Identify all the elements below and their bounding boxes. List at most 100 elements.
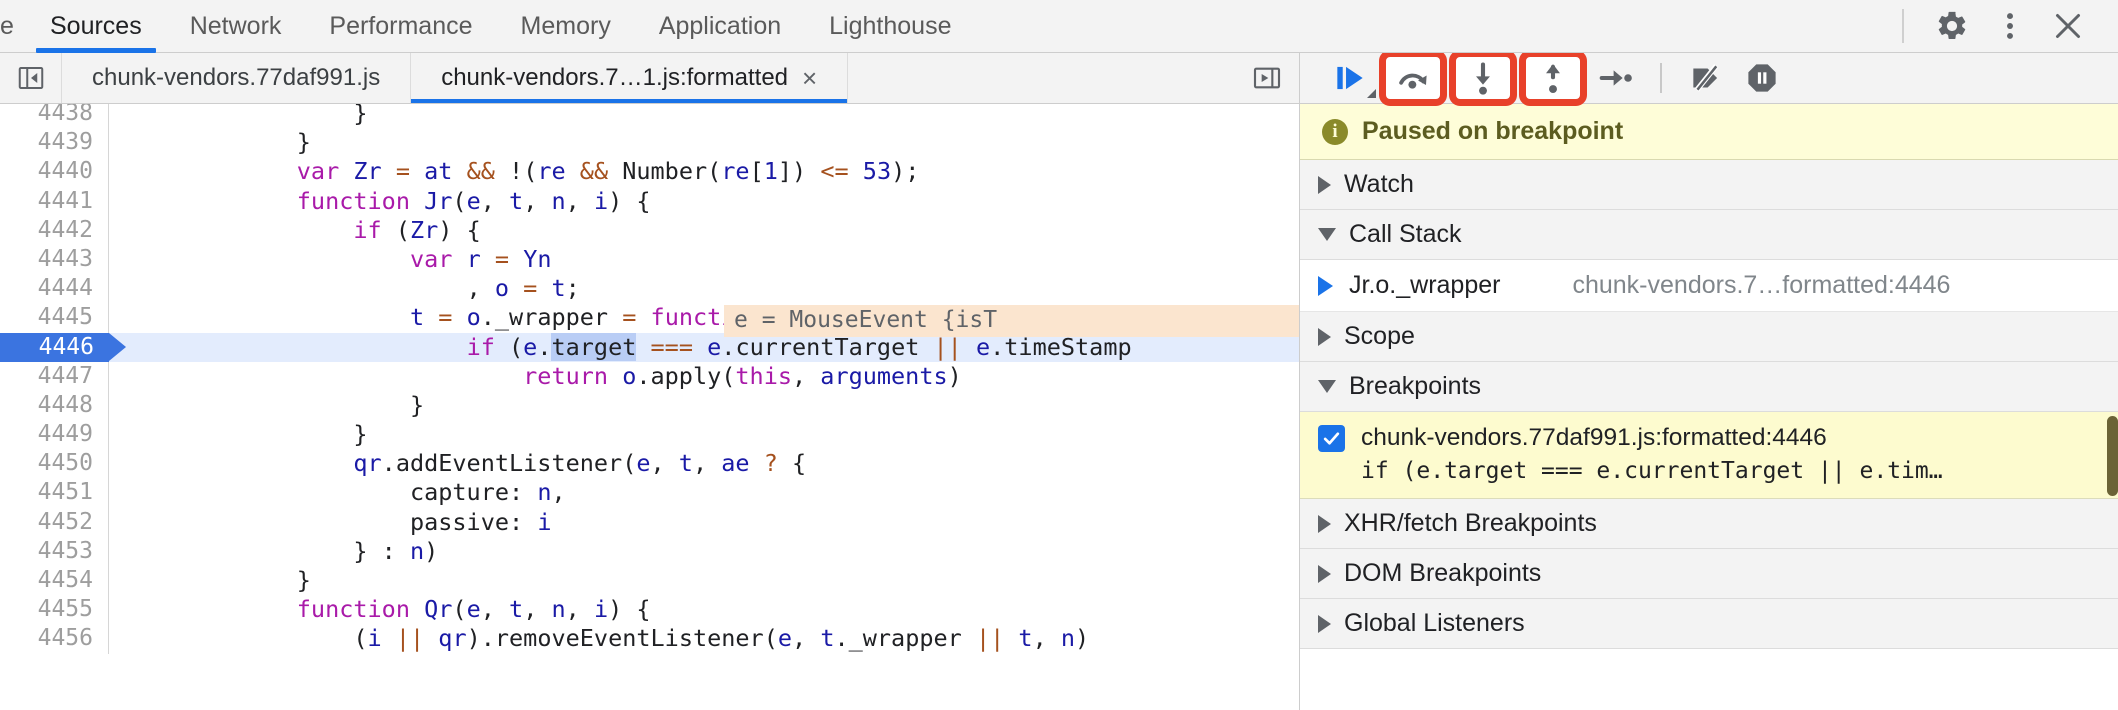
chevron-right-icon[interactable]	[1318, 564, 1331, 583]
chevron-down-icon[interactable]	[1318, 228, 1336, 241]
line-number[interactable]: 4455	[0, 595, 109, 625]
pause-on-exceptions-button[interactable]	[1734, 56, 1790, 100]
deactivate-breakpoints-button[interactable]	[1678, 56, 1734, 100]
panel-tab-sources[interactable]: Sources	[26, 0, 166, 53]
code-line-executing[interactable]: 4446 if (e.target === e.currentTarget ||…	[0, 332, 1299, 362]
code-line[interactable]: 4442 if (Zr) {	[0, 215, 1299, 245]
code-line[interactable]: 4441 function Jr(e, t, n, i) {	[0, 186, 1299, 216]
code-token: =	[438, 303, 453, 332]
panel-tab-label: Memory	[520, 11, 611, 40]
resume-dropdown-icon[interactable]	[1367, 89, 1376, 98]
code-token: return	[523, 361, 623, 390]
resume-button[interactable]	[1322, 56, 1378, 100]
chevron-down-icon[interactable]	[1318, 380, 1336, 393]
chevron-right-icon[interactable]	[1318, 614, 1331, 633]
paused-banner-text: Paused on breakpoint	[1362, 117, 1624, 145]
file-tab[interactable]: chunk-vendors.77daf991.js	[62, 53, 412, 103]
code-token: ,	[650, 449, 679, 478]
code-line[interactable]: 4440 var Zr = at && !(re && Number(re[1]…	[0, 157, 1299, 187]
code-line[interactable]: 4447 return o.apply(this, arguments)	[0, 361, 1299, 391]
code-token: {	[777, 449, 807, 478]
panel-tab-application[interactable]: Application	[635, 0, 805, 52]
code-line[interactable]: 4453 } : n)	[0, 536, 1299, 566]
show-navigator-icon[interactable]	[0, 53, 62, 103]
code-line[interactable]: 4449 }	[0, 420, 1299, 450]
section-dom-breakpoints[interactable]: DOM Breakpoints	[1300, 549, 2118, 599]
line-number[interactable]: 4438	[0, 104, 109, 129]
code-token: &&	[579, 157, 609, 186]
step-into-button[interactable]	[1449, 53, 1517, 106]
code-line[interactable]: 4448 }	[0, 390, 1299, 421]
line-number[interactable]: 4452	[0, 507, 109, 537]
code-line[interactable]: 4439 }	[0, 128, 1299, 158]
section-scope[interactable]: Scope	[1300, 312, 2118, 362]
code-token: ;	[565, 274, 580, 303]
line-number[interactable]: 4445	[0, 303, 109, 333]
line-number[interactable]: 4444	[0, 274, 109, 304]
code-line[interactable]: 4443 var r = Yn	[0, 244, 1299, 275]
code-token: i	[367, 624, 382, 653]
step-button[interactable]	[1588, 56, 1644, 100]
close-tab-icon[interactable]: ×	[802, 65, 817, 91]
panel-tab-network[interactable]: Network	[166, 0, 306, 52]
code-line-text: }	[109, 566, 311, 595]
panel-tab-memory[interactable]: Memory	[497, 0, 635, 52]
section-watch[interactable]: Watch	[1300, 160, 2118, 210]
code-line-text: }	[109, 104, 367, 128]
code-line[interactable]: 4454 }	[0, 566, 1299, 596]
kebab-menu-icon[interactable]	[1982, 0, 2038, 53]
code-line[interactable]: 4451 capture: n,	[0, 478, 1299, 508]
code-token: .addEventListener(	[381, 449, 637, 478]
pause-on-exceptions-icon	[1743, 59, 1781, 97]
line-number[interactable]: 4440	[0, 157, 109, 187]
line-number[interactable]: 4441	[0, 186, 109, 216]
code-token: (	[353, 624, 368, 653]
line-number[interactable]: 4443	[0, 244, 109, 275]
section-xhr-fetch-breakpoints[interactable]: XHR/fetch Breakpoints	[1300, 499, 2118, 549]
step-out-button[interactable]	[1519, 53, 1587, 106]
code-line[interactable]: 4452 passive: i	[0, 507, 1299, 537]
panel-tab-performance[interactable]: Performance	[305, 0, 496, 52]
code-line[interactable]: 4438 }	[0, 104, 1299, 129]
code-editor[interactable]: 4438 } 4439 } 4440 var Zr = at && !(re && …	[0, 104, 1299, 710]
close-icon[interactable]	[2040, 0, 2096, 53]
code-token: r	[466, 244, 481, 273]
line-number[interactable]: 4456	[0, 624, 109, 654]
panel-tab-e[interactable]: e	[0, 0, 26, 52]
devtools-window: e Sources Network Performance Memory Applicat…	[0, 0, 2118, 710]
line-number[interactable]: 4450	[0, 449, 109, 479]
tabbar-spacer	[975, 0, 1884, 52]
chevron-right-icon[interactable]	[1318, 327, 1331, 346]
gear-icon[interactable]	[1924, 0, 1980, 53]
line-number[interactable]: 4451	[0, 478, 109, 508]
code-line[interactable]: 4456 (i || qr).removeEventListener(e, t.…	[0, 624, 1299, 654]
line-number[interactable]: 4449	[0, 420, 109, 450]
line-number[interactable]: 4453	[0, 536, 109, 566]
file-tab[interactable]: chunk-vendors.7…1.js:formatted ×	[411, 53, 849, 103]
line-number[interactable]: 4442	[0, 215, 109, 245]
line-number[interactable]: 4448	[0, 390, 109, 421]
chevron-right-icon[interactable]	[1318, 175, 1331, 194]
breakpoint-scrollbar[interactable]	[2107, 416, 2118, 496]
chevron-right-icon[interactable]	[1318, 514, 1331, 533]
section-breakpoints[interactable]: Breakpoints	[1300, 362, 2118, 412]
section-global-listeners[interactable]: Global Listeners	[1300, 599, 2118, 649]
step-over-button[interactable]	[1379, 53, 1447, 106]
line-number[interactable]: 4446	[0, 332, 126, 362]
code-line[interactable]: 4450 qr.addEventListener(e, t, ae ? {	[0, 449, 1299, 479]
panel-tab-lighthouse[interactable]: Lighthouse	[805, 0, 975, 52]
line-number[interactable]: 4439	[0, 128, 109, 158]
breakpoint-checkbox[interactable]	[1318, 424, 1345, 452]
call-stack-frame[interactable]: Jr.o._wrapper chunk-vendors.7…formatted:4…	[1300, 260, 2118, 312]
code-line[interactable]: 4455 function Qr(e, t, n, i) {	[0, 595, 1299, 625]
code-token: ,	[551, 478, 566, 507]
code-line[interactable]: 4444 , o = t;	[0, 274, 1299, 304]
breakpoint-item[interactable]: chunk-vendors.77daf991.js:formatted:4446…	[1300, 412, 2118, 499]
section-call-stack[interactable]: Call Stack	[1300, 210, 2118, 260]
line-number[interactable]: 4447	[0, 361, 109, 391]
more-tabs-icon[interactable]	[1235, 53, 1299, 103]
line-number[interactable]: 4454	[0, 566, 109, 596]
